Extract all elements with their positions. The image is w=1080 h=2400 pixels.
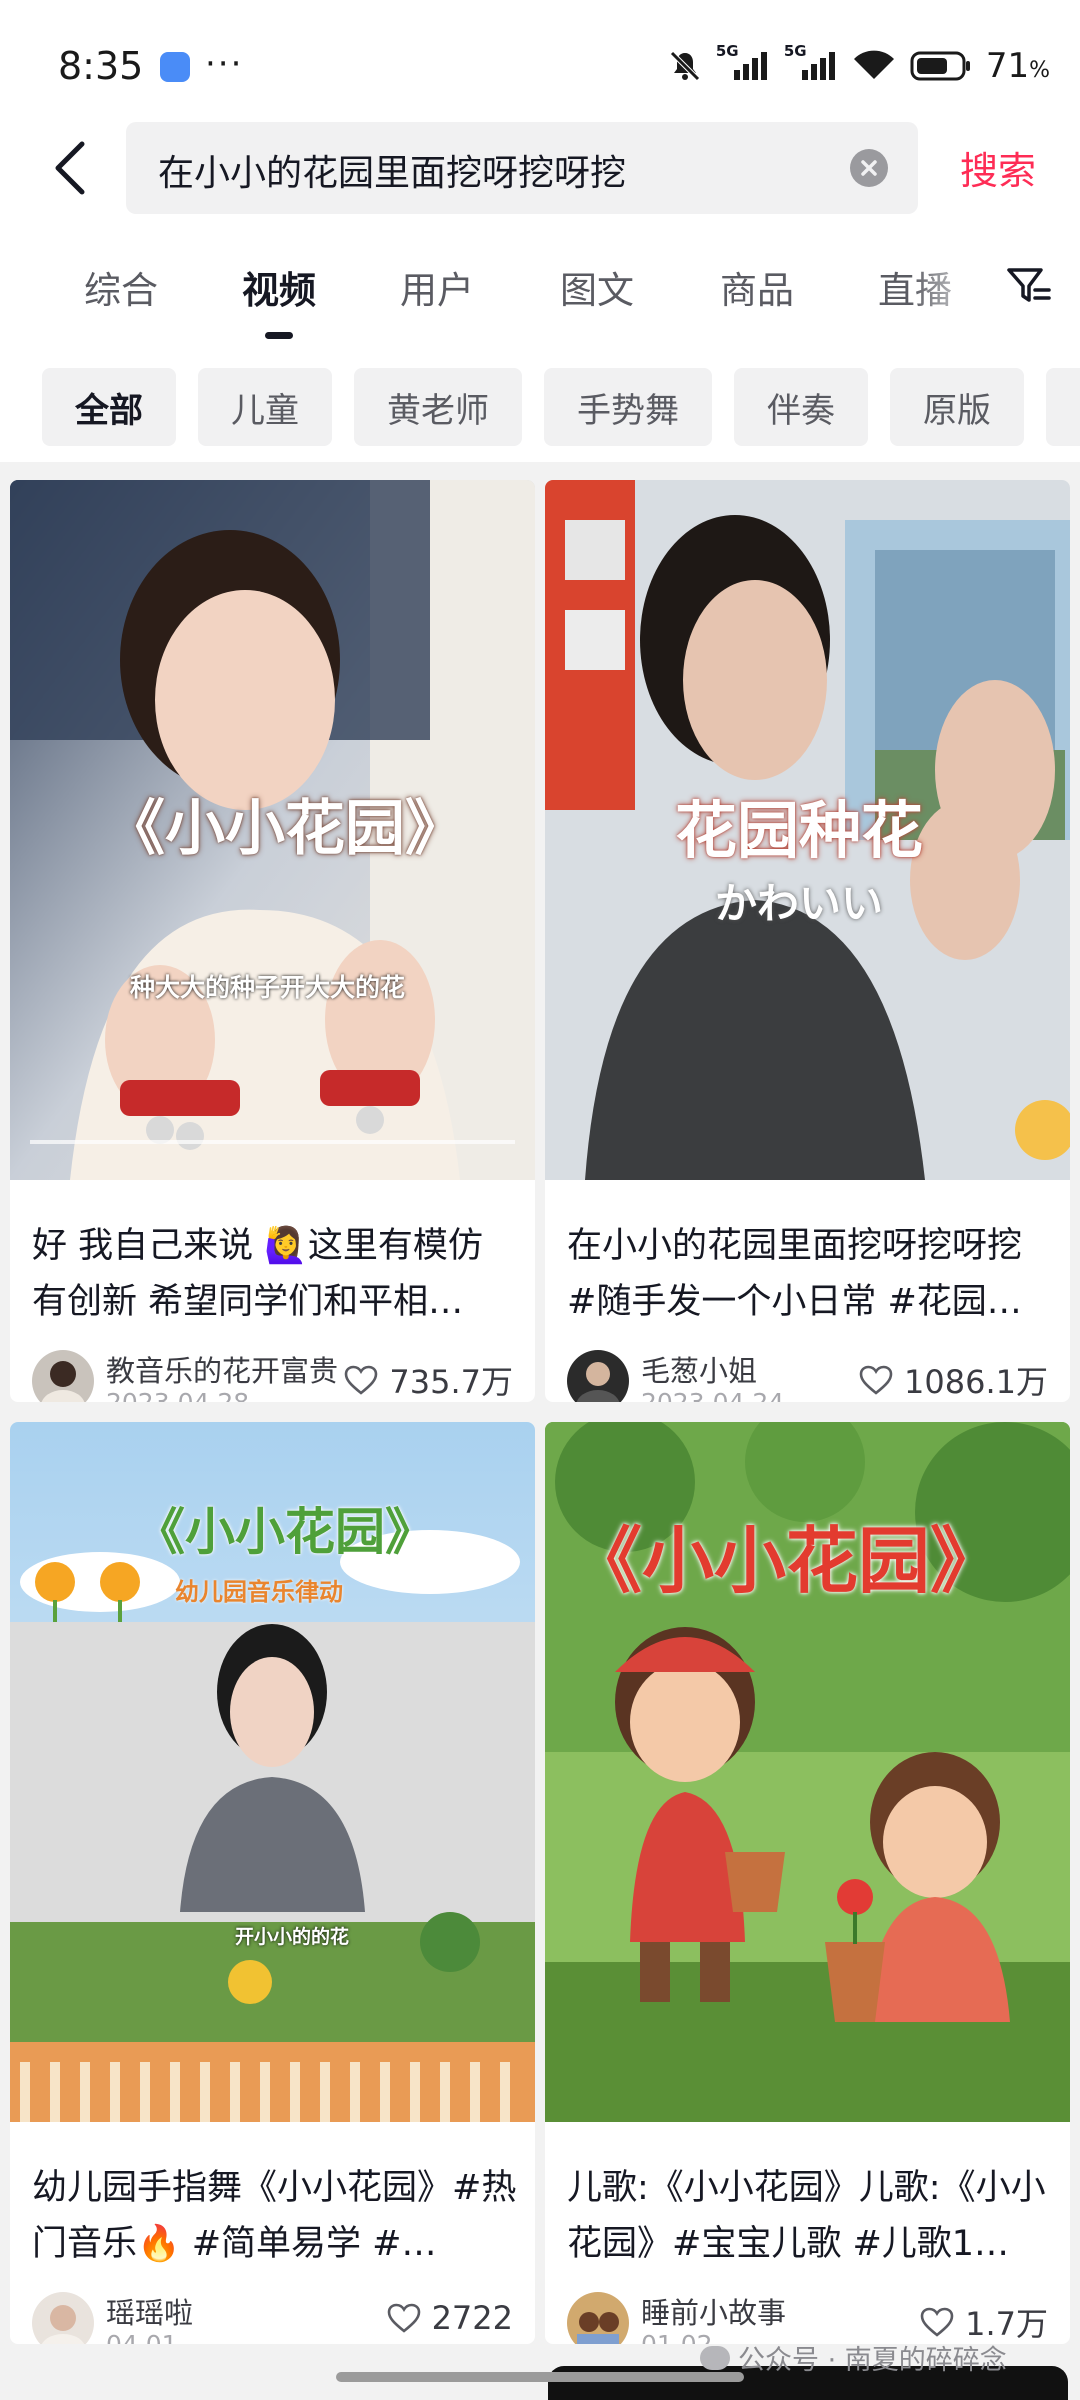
chip-original[interactable]: 原版 [890,368,1024,446]
post-date: 04.01 [106,2330,178,2344]
video-card[interactable]: 花园种花 かわいい 在小小的花园里面挖呀挖呀挖 #随手发一个小日常 #花园… 毛… [545,480,1070,1402]
thumbnail-title: 《小小花园》 [105,794,465,864]
heart-icon [920,2307,954,2337]
battery-icon [910,51,970,81]
like-button[interactable]: 2722 [386,2299,513,2337]
more-notifications-icon: ··· [205,44,244,84]
thumbnail-subtitle: かわいい [715,879,884,928]
watermark-text: 公众号 · 南夏的碎碎念 [738,2345,1007,2376]
post-date: 2023.04.28 [106,1388,249,1402]
battery-percent: 71% [985,46,1050,86]
avatar[interactable] [567,2292,629,2344]
video-thumbnail[interactable]: 《小小花园》 幼儿园音乐律动 开小小的的花 [10,1422,535,2122]
status-bar: 8:35 ··· 5G 5G 71% [0,0,1080,118]
wifi-icon [853,50,894,79]
chip-children[interactable]: 儿童 [198,368,332,446]
chip-accompaniment[interactable]: 伴奏 [734,368,868,446]
like-count: 2722 [431,2299,513,2337]
back-button[interactable] [40,138,100,198]
signal-icon-2: 5G [784,42,838,84]
heart-icon [387,2303,420,2333]
thumbnail-title: 《小小花园》 [570,1519,1003,1603]
video-card[interactable]: 《小小花园》 儿歌:《小小花园》儿歌:《小小花园》#宝宝儿歌 #儿歌1… 睡前小… [545,1422,1070,2344]
like-button[interactable]: 1086.1万 [858,1357,1048,1402]
search-input[interactable]: 在小小的花园里面挖呀挖呀挖 [126,122,918,214]
avatar[interactable] [567,1350,629,1402]
active-tab-indicator [265,332,293,339]
tab-users[interactable]: 用户 [400,260,474,314]
avatar[interactable] [32,1350,94,1402]
author-name[interactable]: 教音乐的花开富贵 [106,1348,338,1390]
thumbnail-title: 《小小花园》 [135,1503,435,1561]
clear-search-button[interactable] [850,149,888,187]
video-title[interactable]: 儿歌:《小小花园》儿歌:《小小花园》#宝宝儿歌 #儿歌1… [567,2160,1052,2272]
author-name[interactable]: 睡前小故事 [641,2290,786,2332]
tab-general[interactable]: 综合 [84,260,158,314]
filter-chips: 全部 儿童 黄老师 手势舞 伴奏 原版 [0,350,1080,462]
heart-icon [345,1365,378,1395]
video-card[interactable]: 《小小花园》 种大大的种子开大大的花 好 我自己来说 🙋‍♀️这里有模仿有创新 … [10,480,535,1402]
back-arrow-icon [55,141,85,195]
search-header: 在小小的花园里面挖呀挖呀挖 搜索 [0,118,1080,220]
author-name[interactable]: 瑶瑶啦 [106,2290,193,2332]
status-time: 8:35 [58,44,144,88]
author-name[interactable]: 毛葱小姐 [641,1348,757,1390]
video-thumbnail[interactable]: 《小小花园》 种大大的种子开大大的花 [10,480,535,1180]
tab-video[interactable]: 视频 [242,260,316,314]
status-icons: 5G 5G 71% [668,42,1050,86]
thumbnail-caption: 开小小的的花 [235,1926,350,1948]
search-button[interactable]: 搜索 [960,140,1036,195]
thumbnail-subtitle: 幼儿园音乐律动 [175,1578,343,1606]
chip-gesture-dance[interactable]: 手势舞 [544,368,712,446]
thumbnail-subtitle: 种大大的种子开大大的花 [130,973,406,1002]
filter-button[interactable] [1005,262,1053,310]
post-date: 2023.04.24 [641,1388,784,1402]
watermark: 公众号 · 南夏的碎碎念 [700,2338,1007,2377]
category-tabs: 综合 视频 用户 图文 商品 直播 [0,220,1080,350]
signal-icon: 5G [716,42,770,84]
filter-icon [1007,268,1051,302]
chip-teacher-huang[interactable]: 黄老师 [354,368,522,446]
chip-more[interactable] [1046,368,1080,446]
tab-products[interactable]: 商品 [720,260,794,314]
video-thumbnail[interactable]: 《小小花园》 [545,1422,1070,2122]
tabs-fade [910,250,990,320]
mute-icon [670,51,700,81]
video-thumbnail[interactable]: 花园种花 かわいい [545,480,1070,1180]
clear-icon [861,160,877,176]
app-notification-icon [160,52,190,82]
video-title[interactable]: 好 我自己来说 🙋‍♀️这里有模仿有创新 希望同学们和平相… [32,1218,517,1330]
wechat-icon [700,2345,730,2370]
video-feed: 《小小花园》 种大大的种子开大大的花 好 我自己来说 🙋‍♀️这里有模仿有创新 … [0,462,1080,2400]
chip-all[interactable]: 全部 [42,368,176,446]
thumbnail-title: 花园种花 [675,794,924,867]
video-card[interactable]: 《小小花园》 幼儿园音乐律动 开小小的的花 幼儿园手指舞《小小花园》#热门音乐🔥… [10,1422,535,2344]
video-title[interactable]: 幼儿园手指舞《小小花园》#热门音乐🔥 #简单易学 #… [32,2160,517,2272]
like-count: 1086.1万 [904,1363,1048,1401]
search-query: 在小小的花园里面挖呀挖呀挖 [158,153,627,194]
tab-image-text[interactable]: 图文 [560,260,634,314]
like-button[interactable]: 735.7万 [343,1357,513,1402]
heart-icon [859,1365,893,1395]
video-title[interactable]: 在小小的花园里面挖呀挖呀挖 #随手发一个小日常 #花园… [567,1218,1052,1330]
home-indicator[interactable] [336,2372,744,2382]
avatar[interactable] [32,2292,94,2344]
like-count: 735.7万 [389,1363,513,1401]
